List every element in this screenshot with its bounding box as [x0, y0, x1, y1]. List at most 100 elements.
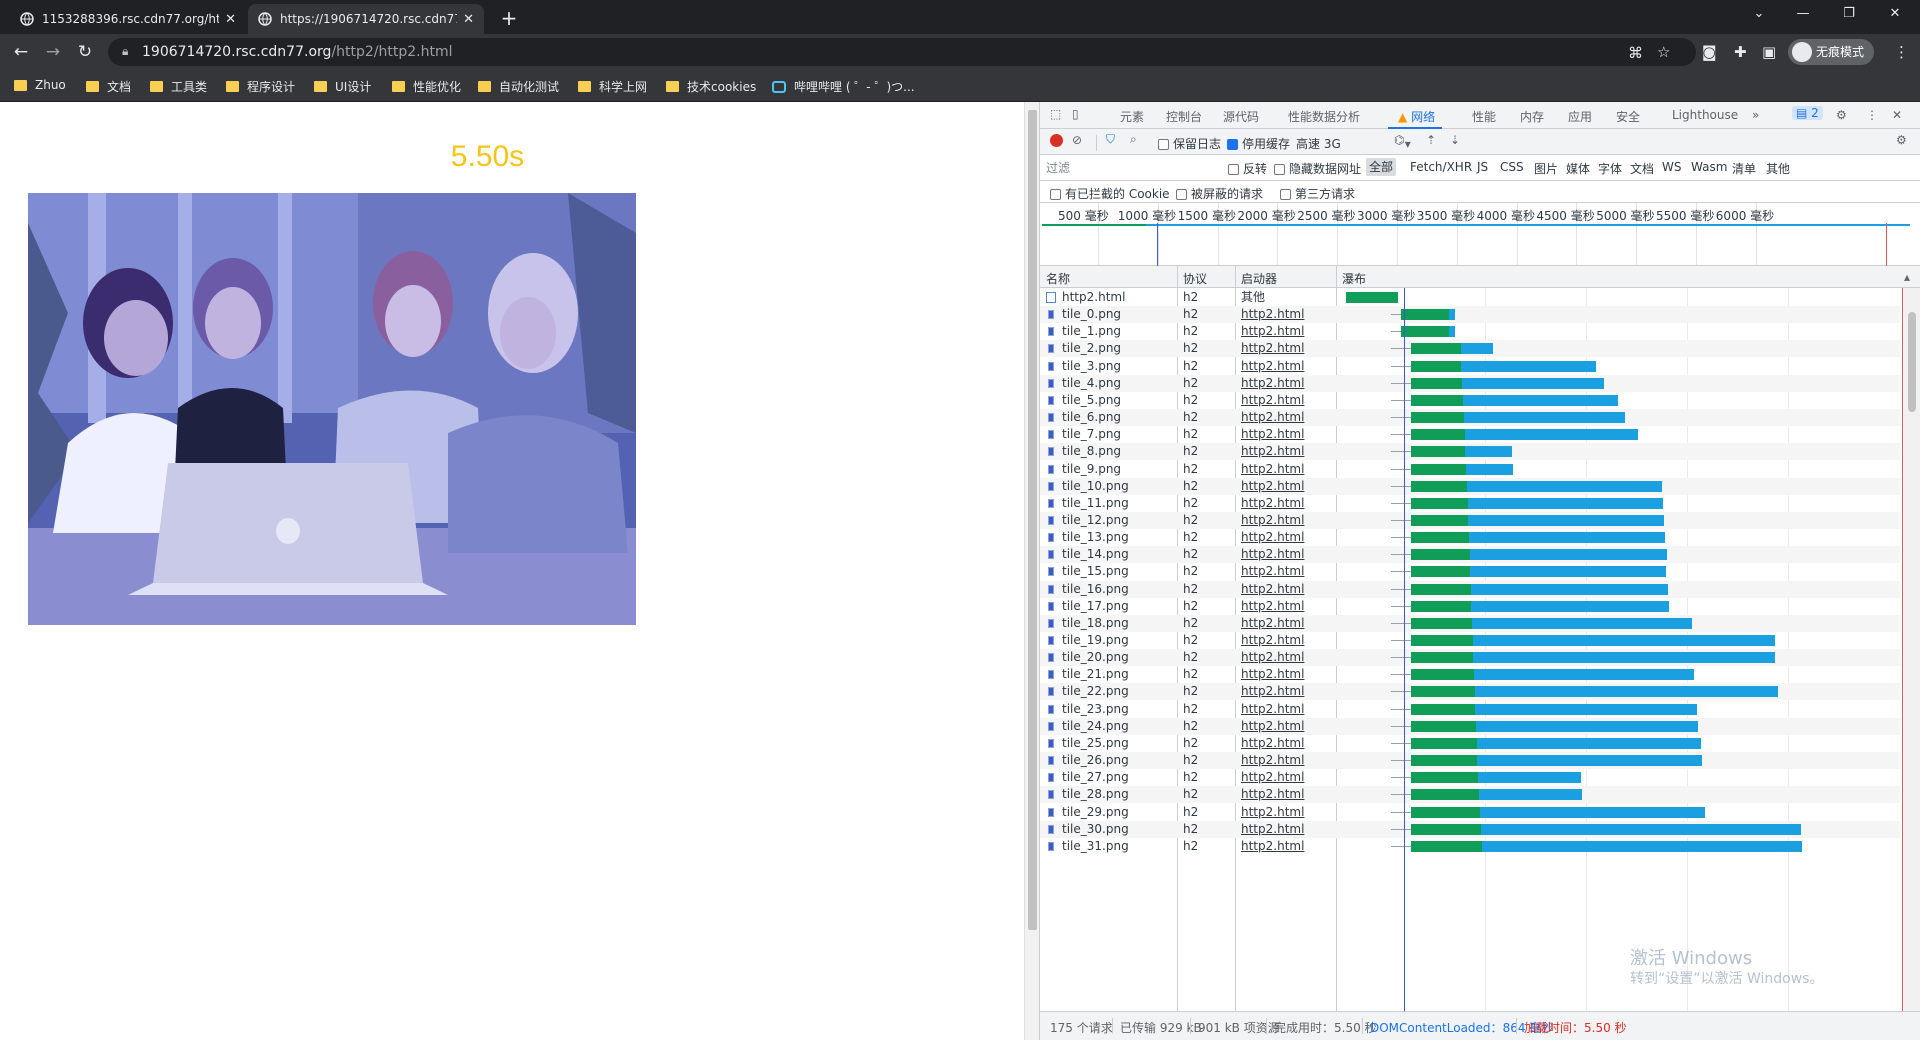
request-name[interactable]: tile_21.png	[1062, 666, 1129, 683]
waterfall-download-bar[interactable]	[1473, 635, 1775, 646]
request-list-scrollbar[interactable]	[1904, 288, 1920, 1011]
filter-type-doc[interactable]: 文档	[1630, 160, 1654, 177]
waterfall-download-bar[interactable]	[1465, 446, 1512, 458]
request-initiator[interactable]: http2.html	[1241, 529, 1304, 546]
request-name[interactable]: tile_31.png	[1062, 838, 1129, 855]
waterfall-download-bar[interactable]	[1475, 686, 1778, 698]
preserve-log-checkbox[interactable]: 保留日志	[1158, 135, 1221, 152]
request-name[interactable]: tile_13.png	[1062, 529, 1129, 546]
request-name[interactable]: tile_25.png	[1062, 735, 1129, 752]
clear-icon[interactable]: ⊘	[1072, 133, 1082, 147]
bookmark-folder[interactable]: 文档	[86, 78, 131, 95]
request-name[interactable]: tile_17.png	[1062, 598, 1129, 615]
waterfall-waiting-bar[interactable]	[1411, 806, 1480, 818]
disable-cache-checkbox[interactable]: 停用缓存	[1227, 135, 1290, 152]
tab-application[interactable]: 应用	[1568, 108, 1592, 125]
request-initiator[interactable]: http2.html	[1241, 804, 1304, 821]
request-initiator[interactable]: http2.html	[1241, 683, 1304, 700]
request-name[interactable]: tile_2.png	[1062, 340, 1121, 357]
request-row[interactable]: tile_1.png h2 http2.html	[1040, 323, 1900, 340]
network-settings-icon[interactable]: ⚙	[1896, 133, 1907, 147]
request-row[interactable]: tile_26.png h2 http2.html	[1040, 752, 1900, 770]
blocked-requests-checkbox[interactable]: 被屏蔽的请求	[1176, 185, 1263, 202]
waterfall-waiting-bar[interactable]	[1411, 652, 1473, 664]
request-name[interactable]: tile_0.png	[1062, 306, 1121, 323]
bookmark-folder[interactable]: UI设计	[314, 78, 371, 95]
tab-elements[interactable]: 元素	[1120, 108, 1144, 125]
request-name[interactable]: tile_18.png	[1062, 615, 1129, 632]
request-row[interactable]: tile_4.png h2 http2.html	[1040, 374, 1900, 392]
request-row[interactable]: tile_10.png h2 http2.html	[1040, 477, 1900, 495]
waterfall-download-bar[interactable]	[1482, 840, 1802, 852]
column-initiator[interactable]: 启动器	[1241, 270, 1277, 287]
close-tab-icon[interactable]: ✕	[225, 12, 236, 27]
request-row[interactable]: tile_18.png h2 http2.html	[1040, 614, 1900, 632]
extension-icon[interactable]: ◙	[1702, 43, 1717, 61]
request-name[interactable]: tile_7.png	[1062, 426, 1121, 443]
address-bar[interactable]: 🔒︎ 1906714720.rsc.cdn77.org/http2/http2.…	[108, 38, 1696, 66]
waterfall-download-bar[interactable]	[1470, 549, 1667, 561]
request-name[interactable]: tile_14.png	[1062, 546, 1129, 563]
waterfall-download-bar[interactable]	[1461, 343, 1493, 355]
request-name[interactable]: tile_10.png	[1062, 478, 1129, 495]
waterfall-waiting-bar[interactable]	[1411, 737, 1477, 749]
waterfall-download-bar[interactable]	[1477, 755, 1702, 767]
request-initiator[interactable]: http2.html	[1241, 426, 1304, 443]
device-toolbar-icon[interactable]: ▯	[1072, 107, 1079, 121]
request-row[interactable]: tile_21.png h2 http2.html	[1040, 666, 1900, 683]
waterfall-download-bar[interactable]	[1449, 326, 1455, 338]
request-row[interactable]: tile_5.png h2 http2.html	[1040, 392, 1900, 409]
waterfall-waiting-bar[interactable]	[1346, 292, 1398, 303]
request-list-scroll-thumb[interactable]	[1908, 312, 1916, 412]
request-row[interactable]: tile_29.png h2 http2.html	[1040, 804, 1900, 821]
waterfall-download-bar[interactable]	[1481, 823, 1801, 835]
hide-data-urls-checkbox[interactable]: 隐藏数据网址	[1274, 160, 1361, 177]
waterfall-download-bar[interactable]	[1474, 669, 1694, 681]
minimize-button[interactable]: —	[1788, 6, 1818, 21]
request-row[interactable]: tile_28.png h2 http2.html	[1040, 786, 1900, 804]
waterfall-waiting-bar[interactable]	[1411, 755, 1477, 767]
tab-performance[interactable]: 性能	[1472, 108, 1496, 125]
filter-type-media[interactable]: 媒体	[1566, 160, 1590, 177]
waterfall-waiting-bar[interactable]	[1411, 686, 1475, 698]
waterfall-waiting-bar[interactable]	[1411, 617, 1472, 629]
import-har-icon[interactable]: ⇡	[1426, 133, 1436, 147]
bookmark-folder[interactable]: Zhuo	[14, 78, 66, 92]
bookmark-folder[interactable]: 程序设计	[226, 78, 295, 95]
request-initiator[interactable]: http2.html	[1241, 495, 1304, 512]
network-overview-timeline[interactable]: 500 毫秒 1000 毫秒 1500 毫秒 2000 毫秒 2500 毫秒 3000 毫…	[1040, 203, 1920, 266]
request-name[interactable]: tile_8.png	[1062, 443, 1121, 460]
request-initiator[interactable]: http2.html	[1241, 409, 1304, 426]
record-icon[interactable]	[1050, 134, 1063, 147]
incognito-badge[interactable]: 无痕模式	[1788, 39, 1875, 65]
waterfall-download-bar[interactable]	[1463, 394, 1618, 406]
export-har-icon[interactable]: ⇣	[1450, 133, 1460, 147]
request-name[interactable]: tile_16.png	[1062, 581, 1129, 598]
request-initiator[interactable]: http2.html	[1241, 718, 1304, 735]
request-initiator[interactable]: http2.html	[1241, 323, 1304, 340]
waterfall-waiting-bar[interactable]	[1411, 703, 1475, 715]
waterfall-download-bar[interactable]	[1475, 703, 1697, 715]
waterfall-download-bar[interactable]	[1468, 514, 1664, 526]
waterfall-waiting-bar[interactable]	[1411, 480, 1467, 492]
waterfall-waiting-bar[interactable]	[1411, 669, 1474, 681]
request-row[interactable]: tile_13.png h2 http2.html	[1040, 529, 1900, 546]
column-name[interactable]: 名称	[1046, 270, 1070, 287]
waterfall-download-bar[interactable]	[1466, 463, 1513, 475]
request-row[interactable]: tile_30.png h2 http2.html	[1040, 820, 1900, 838]
request-row[interactable]: tile_20.png h2 http2.html	[1040, 649, 1900, 667]
waterfall-download-bar[interactable]	[1471, 600, 1669, 612]
waterfall-waiting-bar[interactable]	[1411, 446, 1465, 458]
request-name[interactable]: tile_22.png	[1062, 683, 1129, 700]
request-name[interactable]: tile_26.png	[1062, 752, 1129, 769]
request-row[interactable]: tile_6.png h2 http2.html	[1040, 409, 1900, 427]
request-name[interactable]: tile_15.png	[1062, 563, 1129, 580]
waterfall-waiting-bar[interactable]	[1411, 583, 1471, 595]
waterfall-waiting-bar[interactable]	[1411, 600, 1471, 612]
request-name[interactable]: tile_23.png	[1062, 701, 1129, 718]
request-row[interactable]: tile_22.png h2 http2.html	[1040, 683, 1900, 701]
waterfall-waiting-bar[interactable]	[1411, 412, 1464, 424]
request-initiator[interactable]: http2.html	[1241, 340, 1304, 357]
tab-sources[interactable]: 源代码	[1223, 108, 1259, 125]
waterfall-download-bar[interactable]	[1464, 412, 1625, 424]
